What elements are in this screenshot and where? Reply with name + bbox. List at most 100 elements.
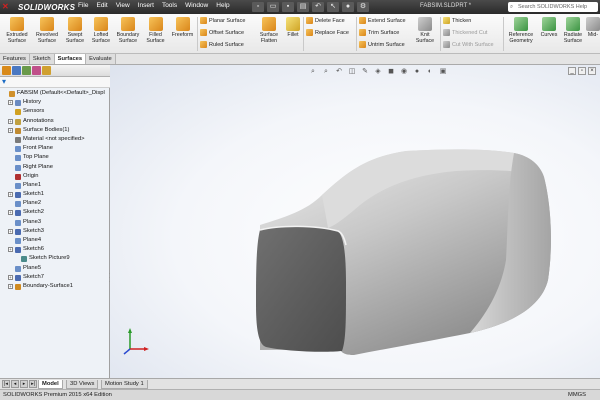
- tree-node[interactable]: Sensors: [0, 107, 110, 116]
- expand-toggle-icon[interactable]: +: [8, 283, 13, 289]
- tree-node[interactable]: + Sketch3: [0, 227, 110, 236]
- button-label: Surface: [65, 38, 85, 44]
- menu-view[interactable]: View: [116, 2, 130, 9]
- menu-file[interactable]: File: [78, 2, 88, 9]
- tree-node[interactable]: Front Plane: [0, 144, 110, 153]
- tree-node[interactable]: + Surface Bodies(1): [0, 126, 110, 135]
- expand-toggle-icon[interactable]: +: [8, 210, 13, 216]
- open-icon[interactable]: ▭: [267, 2, 279, 12]
- swept-surface-button[interactable]: Swept Surface: [62, 17, 88, 44]
- surface-flatten-button[interactable]: Surface Flatten: [254, 17, 284, 44]
- trim-surface-button[interactable]: Trim Surface: [359, 29, 399, 36]
- save-icon[interactable]: ▪: [282, 2, 294, 12]
- tree-node[interactable]: + Boundary-Surface1: [0, 282, 110, 291]
- lofted-surface-button[interactable]: Lofted Surface: [88, 17, 114, 44]
- tree-node[interactable]: Sketch Picture9: [0, 254, 110, 263]
- units-indicator[interactable]: MMGS: [568, 390, 586, 400]
- tab-sketch[interactable]: Sketch: [29, 54, 55, 64]
- tree-node-label: Annotations: [23, 117, 54, 124]
- select-icon[interactable]: ↖: [327, 2, 339, 12]
- tab-evaluate[interactable]: Evaluate: [86, 54, 116, 64]
- filter-icon[interactable]: ▾: [2, 78, 10, 86]
- untrim-surface-button[interactable]: Untrim Surface: [359, 41, 405, 48]
- tab-3d-views[interactable]: 3D Views: [66, 380, 99, 389]
- menu-edit[interactable]: Edit: [96, 2, 107, 9]
- menu-window[interactable]: Window: [185, 2, 208, 9]
- expand-toggle-icon[interactable]: +: [8, 228, 13, 234]
- menu-insert[interactable]: Insert: [138, 2, 154, 9]
- fillet-button[interactable]: Fillet: [284, 17, 302, 38]
- new-icon[interactable]: ▫: [252, 2, 264, 12]
- tree-node[interactable]: Top Plane: [0, 153, 110, 162]
- tree-node[interactable]: Plane4: [0, 236, 110, 245]
- rebuild-icon[interactable]: ●: [342, 2, 354, 12]
- offset-surface-button[interactable]: Offset Surface: [200, 29, 244, 36]
- menu-help[interactable]: Help: [216, 2, 229, 9]
- print-icon[interactable]: ▤: [297, 2, 309, 12]
- tree-node[interactable]: Plane1: [0, 181, 110, 190]
- help-search-input[interactable]: ⌕ Search SOLIDWORKS Help: [508, 2, 598, 12]
- knit-surface-button[interactable]: Knit Surface: [412, 17, 438, 44]
- tree-node[interactable]: Origin: [0, 172, 110, 181]
- reference-geometry-button[interactable]: Reference Geometry: [505, 17, 537, 44]
- tree-node[interactable]: Plane5: [0, 264, 110, 273]
- options-icon[interactable]: ⚙: [357, 2, 369, 12]
- ruled-surface-button[interactable]: Ruled Surface: [200, 41, 244, 48]
- radiate-surface-button[interactable]: Radiate Surface: [561, 17, 585, 44]
- tree-node[interactable]: Plane2: [0, 199, 110, 208]
- tree-node[interactable]: Material <not specified>: [0, 135, 110, 144]
- boundary-surface-button[interactable]: Boundary Surface: [114, 17, 142, 44]
- tree-node[interactable]: + Sketch7: [0, 273, 110, 282]
- expand-toggle-icon[interactable]: +: [8, 100, 13, 106]
- tree-node-label: Plane1: [23, 181, 42, 188]
- tree-node[interactable]: + History: [0, 98, 110, 107]
- tree-node[interactable]: + Annotations: [0, 117, 110, 126]
- next-tab-icon[interactable]: ▸: [20, 380, 28, 388]
- tree-node[interactable]: FABSIM (Default<<Default>_Displ: [0, 89, 110, 98]
- surfaces-ribbon: Extruded Surface Revolved Surface Swept …: [0, 14, 600, 54]
- cut-with-surface-button[interactable]: Cut With Surface: [443, 41, 494, 48]
- tree-node[interactable]: + Sketch2: [0, 208, 110, 217]
- graphics-area[interactable]: ⌕ ⌕ ↶ ◫ ✎ ◈ ◼ ◉ ● ◐ ▣ _ ▫ ×: [110, 65, 600, 378]
- extruded-surface-button[interactable]: Extruded Surface: [2, 17, 32, 44]
- replace-face-button[interactable]: Replace Face: [306, 29, 349, 36]
- expand-toggle-icon[interactable]: +: [8, 274, 13, 280]
- freeform-button[interactable]: Freeform: [169, 17, 196, 38]
- configuration-manager-tab-icon[interactable]: [22, 66, 31, 75]
- prev-tab-icon[interactable]: ◂: [11, 380, 19, 388]
- expand-toggle-icon[interactable]: +: [8, 247, 13, 253]
- first-tab-icon[interactable]: |◂: [2, 380, 10, 388]
- tree-filter-bar[interactable]: ▾: [0, 77, 110, 88]
- tree-node[interactable]: + Sketch1: [0, 190, 110, 199]
- property-manager-tab-icon[interactable]: [12, 66, 21, 75]
- button-label: Planar Surface: [209, 17, 246, 24]
- curves-button[interactable]: Curves: [538, 17, 560, 38]
- filled-surface-button[interactable]: Filled Surface: [143, 17, 168, 44]
- tree-node[interactable]: Plane3: [0, 218, 110, 227]
- revolved-surface-button[interactable]: Revolved Surface: [33, 17, 61, 44]
- tab-motion-study-1[interactable]: Motion Study 1: [101, 380, 148, 389]
- extend-surface-button[interactable]: Extend Surface: [359, 17, 406, 24]
- dimxpert-tab-icon[interactable]: [32, 66, 41, 75]
- menu-tools[interactable]: Tools: [162, 2, 177, 9]
- expand-toggle-icon[interactable]: +: [8, 127, 13, 133]
- tab-surfaces[interactable]: Surfaces: [54, 54, 87, 64]
- tab-model[interactable]: Model: [38, 380, 63, 389]
- expand-toggle-icon[interactable]: +: [8, 192, 13, 198]
- tree-node[interactable]: + Sketch6: [0, 245, 110, 254]
- mid-surface-button[interactable]: Mid-: [586, 17, 600, 38]
- boundary-surface-model[interactable]: [110, 65, 600, 378]
- undo-icon[interactable]: ↶: [312, 2, 324, 12]
- thickened-cut-button[interactable]: Thickened Cut: [443, 29, 487, 36]
- display-manager-tab-icon[interactable]: [42, 66, 51, 75]
- last-tab-icon[interactable]: ▸|: [29, 380, 37, 388]
- solidworks-logo[interactable]: ✕ SOLIDWORKS: [2, 1, 75, 13]
- expand-toggle-icon[interactable]: +: [8, 118, 13, 124]
- feature-manager-panel: ▾ FABSIM (Default<<Default>_Displ + Histor…: [0, 65, 111, 378]
- tree-node[interactable]: Right Plane: [0, 163, 110, 172]
- planar-surface-button[interactable]: Planar Surface: [200, 17, 245, 24]
- tab-features[interactable]: Features: [0, 54, 30, 64]
- delete-face-button[interactable]: Delete Face: [306, 17, 345, 24]
- thicken-button[interactable]: Thicken: [443, 17, 471, 24]
- feature-tree-tab-icon[interactable]: [2, 66, 11, 75]
